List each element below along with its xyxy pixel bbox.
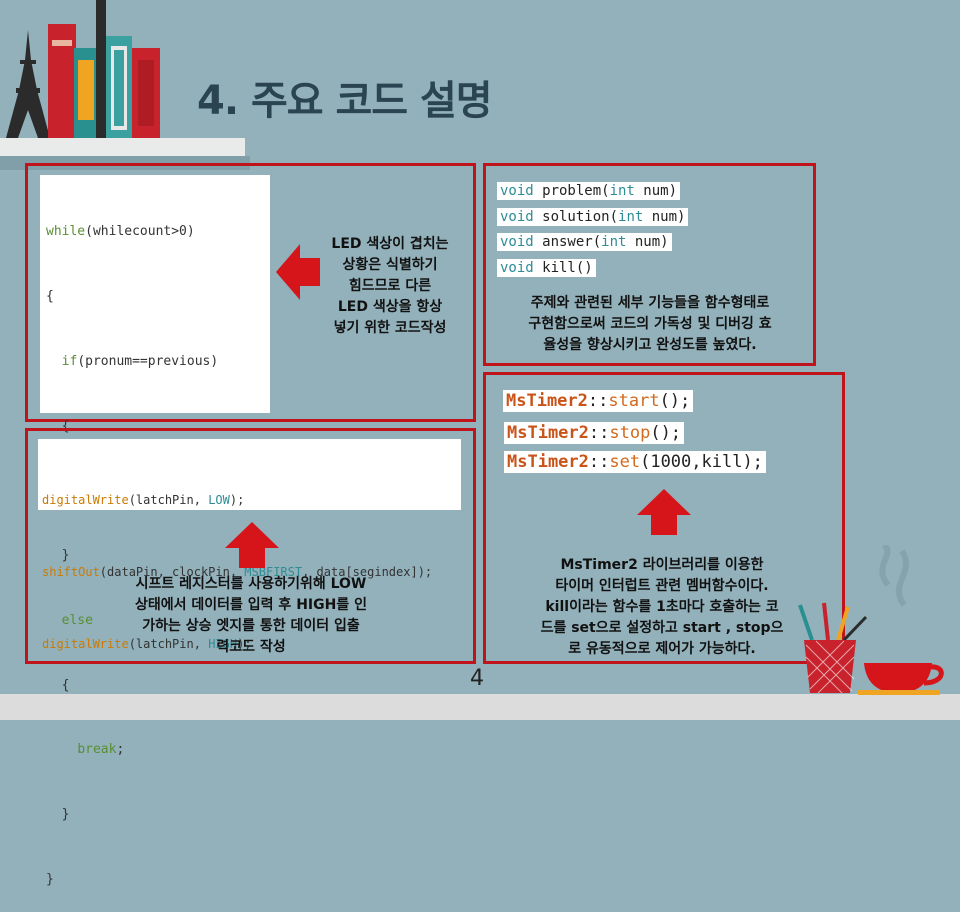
description-shift: 시프트 레지스터를 사용하기위해 LOW 상태에서 데이터를 입력 후 HIGH… (55, 574, 447, 658)
page-number: 4 (470, 666, 484, 691)
description-line: 상황은 식별하기 (342, 257, 438, 273)
code-line: while(whilecount>0) (46, 224, 195, 240)
code-line: } (46, 807, 70, 823)
description-line: 로 유동적으로 제어가 가능하다. (568, 641, 756, 657)
description-line: MsTimer2 라이브러리를 이용한 (560, 557, 764, 573)
code-block-led: while(whilecount>0) { if(pronum==previou… (40, 175, 270, 887)
arrow-up-icon (225, 522, 279, 568)
function-signature: void kill() (497, 259, 596, 277)
function-signature: void problem(int num) (497, 182, 681, 200)
description-line: 구현함으로써 코드의 가독성 및 디버깅 효 (528, 316, 772, 332)
description-line: 시프트 레지스터를 사용하기위해 LOW (135, 576, 367, 592)
code-line: break; (77, 742, 125, 758)
description-line: 력코드 작성 (216, 639, 286, 655)
description-line: 힘드므로 다른 (348, 278, 432, 294)
description-functions: 주제와 관련된 세부 기능들을 함수형태로 구현함으로써 코드의 가독성 및 디… (488, 293, 812, 356)
pencil-cup-icon (798, 545, 944, 695)
description-line: LED 색상을 항상 (337, 299, 443, 315)
description-line: 드를 set으로 설정하고 start , stop으 (540, 620, 784, 636)
page-title: 4. 주요 코드 설명 (197, 78, 493, 124)
books-icon (48, 0, 160, 138)
description-line: 상태에서 데이터를 입력 후 HIGH를 인 (135, 597, 367, 613)
description-line: kill이라는 함수를 1초마다 호출하는 코 (545, 599, 779, 615)
description-line: 율성을 향상시키고 완성도를 높였다. (543, 337, 757, 353)
description-line: LED 색상이 겹치는 (331, 236, 449, 252)
description-line: 가하는 상승 엣지를 통한 데이터 입출 (142, 618, 360, 634)
description-line: 넣기 위한 코드작성 (333, 320, 447, 336)
description-line: 주제와 관련된 세부 기능들을 함수형태로 (530, 295, 770, 311)
code-line: digitalWrite(latchPin, LOW); (42, 493, 245, 507)
code-line: if(pronum==previous) (61, 353, 219, 369)
timer-call: MsTimer2::stop(); (504, 422, 685, 444)
code-line: } (46, 872, 54, 887)
shelf (0, 138, 245, 156)
description-line: 타이머 인터럽트 관련 멤버함수이다. (555, 578, 769, 594)
code-line: { (46, 288, 54, 304)
timer-call: MsTimer2::start(); (503, 390, 694, 412)
description-led: LED 색상이 겹치는 상황은 식별하기 힘드므로 다른 LED 색상을 항상 … (300, 234, 480, 339)
eiffel-tower-icon (6, 30, 50, 138)
description-timer: MsTimer2 라이브러리를 이용한 타이머 인터럽트 관련 멤버함수이다. … (492, 555, 832, 660)
code-block-shift: digitalWrite(latchPin, LOW); shiftOut(da… (38, 439, 461, 651)
function-signature: void answer(int num) (497, 233, 672, 251)
function-signature: void solution(int num) (497, 208, 689, 226)
timer-call: MsTimer2::set(1000,kill); (504, 451, 766, 473)
arrow-up-icon (637, 489, 691, 535)
